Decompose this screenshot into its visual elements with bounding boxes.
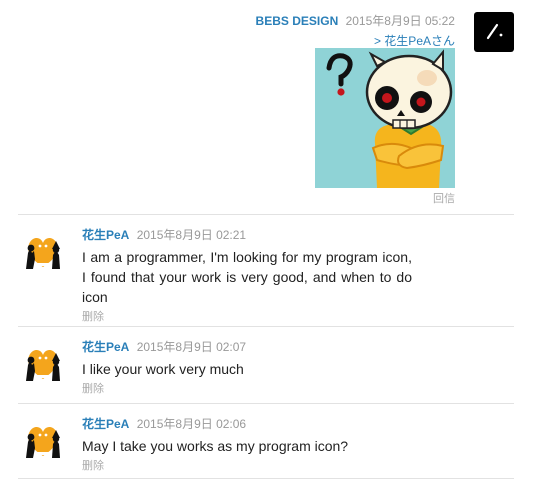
reply-timestamp: 2015年8月9日 05:22 (345, 14, 455, 28)
comment-text: I am a programmer, I'm looking for my pr… (82, 249, 412, 305)
skull-character-icon (326, 49, 453, 188)
user-avatar[interactable] (22, 418, 64, 460)
comment-timestamp: 2015年8月9日 02:21 (136, 228, 247, 242)
delete-button[interactable]: 删除 (82, 456, 412, 476)
comment-meta: 花生PeA 2015年8月9日 02:06 (82, 415, 246, 432)
delete-button[interactable]: 删除 (82, 307, 412, 327)
comment-meta: 花生PeA 2015年8月9日 02:21 (82, 226, 246, 243)
user-avatar[interactable] (22, 341, 64, 383)
comment-text-block: May I take you works as my program icon?… (82, 436, 412, 476)
reply-button[interactable]: 回信 (433, 190, 455, 206)
comment-item: 花生PeA 2015年8月9日 02:07 I like your work v… (18, 326, 514, 403)
comment-text: I like your work very much (82, 361, 244, 377)
comment-text-block: I am a programmer, I'm looking for my pr… (82, 247, 412, 327)
comment-author-link[interactable]: 花生PeA (82, 228, 129, 242)
comment-timestamp: 2015年8月9日 02:06 (136, 417, 247, 431)
comment-item: 花生PeA 2015年8月9日 02:21 I am a programmer,… (18, 214, 514, 327)
heart-silhouettes-icon (26, 426, 60, 458)
comment-author-link[interactable]: 花生PeA (82, 340, 129, 354)
delete-button[interactable]: 删除 (82, 379, 412, 399)
user-avatar[interactable] (22, 229, 64, 271)
designer-reply: BEBS DESIGN 2015年8月9日 05:22 > 花生PeAさん 回信 (0, 0, 539, 205)
designer-avatar[interactable] (474, 12, 514, 52)
divider (18, 478, 514, 479)
heart-silhouettes-icon (26, 237, 60, 269)
comment-text-block: I like your work very much 删除 (82, 359, 412, 399)
comment-item: 花生PeA 2015年8月9日 02:06 May I take you wor… (18, 403, 514, 479)
comment-meta: 花生PeA 2015年8月9日 02:07 (82, 338, 246, 355)
reply-author-link[interactable]: BEBS DESIGN (256, 14, 339, 28)
slash-logo-icon (486, 23, 503, 40)
reply-to-link[interactable]: > 花生PeAさん (374, 32, 455, 49)
skull-question-sticker[interactable] (315, 48, 455, 188)
reply-meta: BEBS DESIGN 2015年8月9日 05:22 (256, 12, 455, 29)
heart-silhouettes-icon (26, 349, 60, 381)
comment-text: May I take you works as my program icon? (82, 438, 349, 454)
comment-author-link[interactable]: 花生PeA (82, 417, 129, 431)
comment-timestamp: 2015年8月9日 02:07 (136, 340, 247, 354)
